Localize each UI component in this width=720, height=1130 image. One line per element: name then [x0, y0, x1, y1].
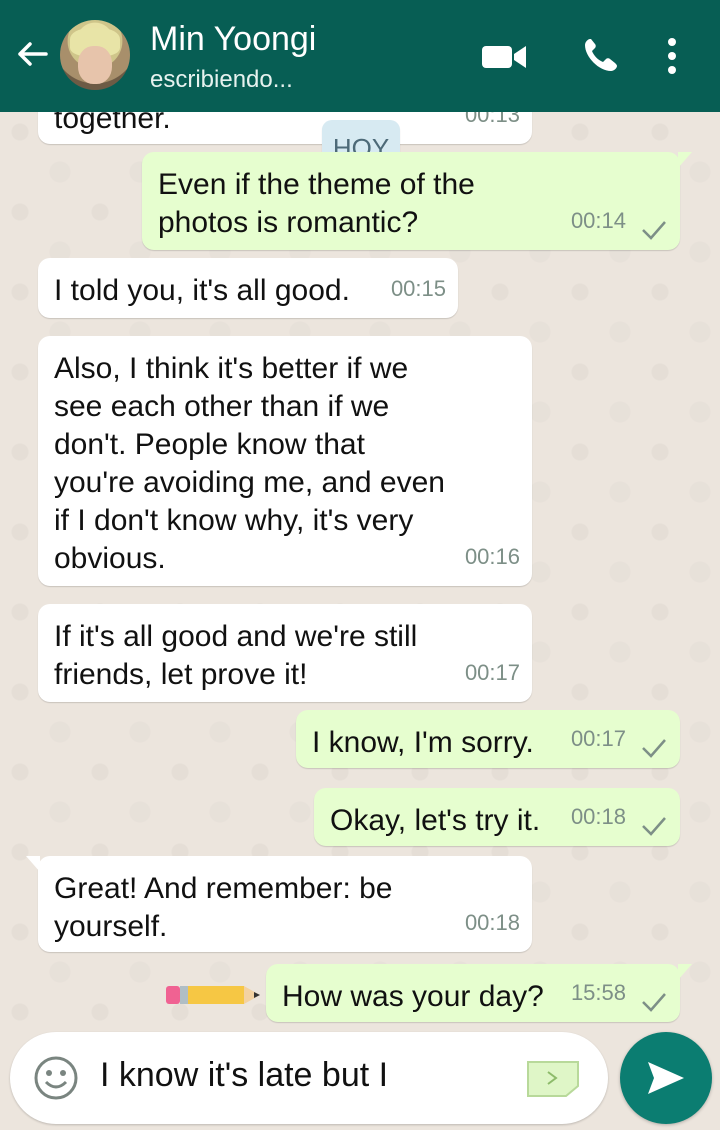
message-time: 00:18: [570, 804, 626, 829]
check-icon: [642, 993, 666, 1012]
message-text: How was your day?: [282, 980, 544, 1013]
send-button[interactable]: [620, 1032, 712, 1124]
message-text: I know, I'm sorry.: [312, 726, 534, 759]
message-bubble-outgoing[interactable]: Even if the theme of the photos is roman…: [142, 152, 692, 250]
message-text: I told you, it's all good.: [54, 274, 350, 307]
phone-call-icon[interactable]: [580, 36, 620, 76]
message-time: 00:17: [570, 726, 626, 751]
message-time: 00:15: [390, 276, 446, 301]
message-bubble-outgoing[interactable]: Okay, let's try it. 00:18: [314, 788, 680, 846]
message-text: Even if the theme of the photos is roman…: [158, 168, 475, 239]
message-bubble-outgoing[interactable]: How was your day? 15:58: [266, 964, 692, 1022]
emoji-icon[interactable]: [32, 1054, 80, 1102]
message-bubble-incoming[interactable]: Great! And remember: be yourself. 00:18: [26, 856, 532, 952]
back-arrow-icon[interactable]: [12, 34, 52, 74]
message-bubble-outgoing[interactable]: I know, I'm sorry. 00:17: [296, 710, 680, 768]
message-time: 00:13: [464, 112, 520, 127]
message-text: Great! And remember: be yourself.: [54, 872, 393, 943]
check-icon: [642, 739, 666, 758]
sticker-icon[interactable]: [524, 1058, 582, 1098]
chat-header: Min Yoongi escribiendo...: [0, 0, 720, 112]
message-input[interactable]: I know it's late but I: [100, 1056, 388, 1095]
message-bubble-incoming[interactable]: I told you, it's all good. 00:15: [38, 258, 458, 318]
avatar[interactable]: [60, 20, 130, 90]
pencil-sticker-icon: [166, 986, 260, 1004]
message-time: 15:58: [570, 980, 626, 1005]
message-bubble-incoming[interactable]: together. 00:13: [38, 112, 532, 144]
message-text: together.: [54, 112, 171, 135]
contact-name[interactable]: Min Yoongi: [150, 20, 316, 59]
message-text: Also, I think it's better if we see each…: [54, 352, 445, 575]
message-composer[interactable]: I know it's late but I: [10, 1032, 608, 1124]
message-time: 00:14: [570, 208, 626, 233]
send-icon: [648, 1062, 684, 1094]
typing-status: escribiendo...: [150, 66, 293, 93]
check-icon: [642, 221, 666, 240]
more-options-icon[interactable]: [662, 36, 682, 76]
message-text: Okay, let's try it.: [330, 804, 541, 837]
video-call-icon[interactable]: [480, 40, 528, 74]
message-bubble-incoming[interactable]: Also, I think it's better if we see each…: [38, 336, 532, 586]
message-time: 00:18: [464, 910, 520, 935]
message-text: If it's all good and we're still friends…: [54, 620, 418, 691]
chat-area[interactable]: together. 00:13 HOY Even if the theme of…: [0, 112, 720, 1032]
message-time: 00:16: [464, 544, 520, 569]
message-time: 00:17: [464, 660, 520, 685]
message-bubble-incoming[interactable]: If it's all good and we're still friends…: [38, 604, 532, 702]
check-icon: [642, 817, 666, 836]
